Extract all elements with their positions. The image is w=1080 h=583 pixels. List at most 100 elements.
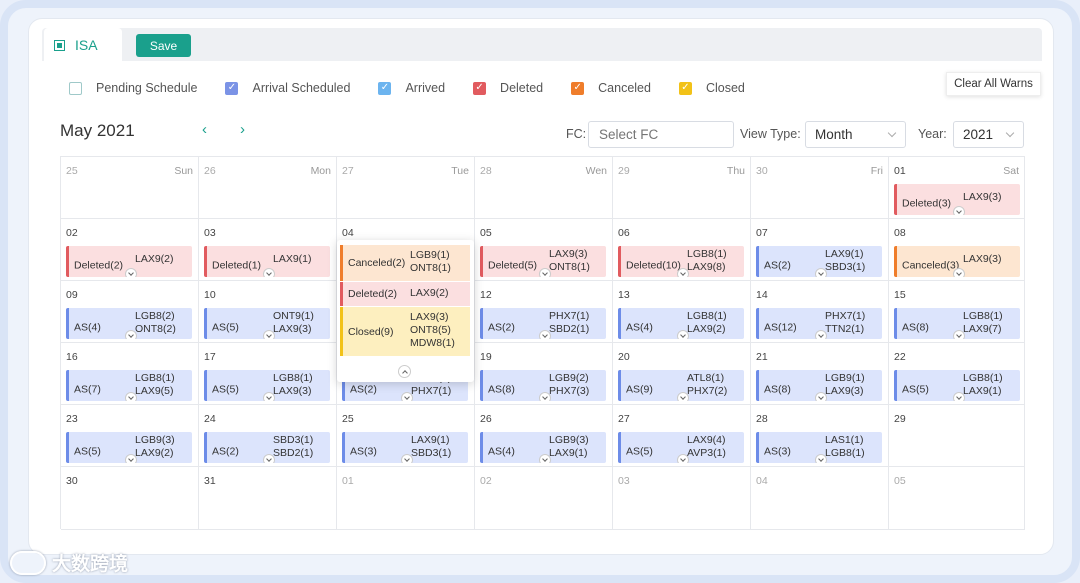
calendar-day-cell[interactable]: 27 AS(5) LAX9(4) AVP3(1)	[613, 405, 751, 467]
legend-item[interactable]: ✓ Closed	[678, 81, 745, 95]
calendar-day-cell[interactable]: 29 Thu	[613, 157, 751, 219]
legend-checkbox-icon[interactable]: ✓	[678, 81, 692, 95]
expand-icon[interactable]	[953, 330, 965, 339]
prev-month-icon[interactable]: ‹	[202, 121, 207, 138]
expand-icon[interactable]	[677, 330, 689, 339]
calendar-day-cell[interactable]: 09 AS(4) LGB8(2) ONT8(2)	[61, 281, 199, 343]
expand-icon[interactable]	[263, 268, 275, 277]
calendar-event[interactable]: Deleted(2) LAX9(2)	[66, 246, 192, 277]
calendar-event[interactable]: Deleted(5) LAX9(3) ONT8(1)	[480, 246, 606, 277]
expand-icon[interactable]	[953, 268, 965, 277]
expand-icon[interactable]	[815, 268, 827, 277]
calendar-day-cell[interactable]: 21 AS(8) LGB9(1) LAX9(3)	[751, 343, 889, 405]
expand-icon[interactable]	[263, 330, 275, 339]
legend-item[interactable]: ✓ Deleted	[473, 81, 543, 95]
calendar-event[interactable]: AS(2) SBD3(1) SBD2(1)	[204, 432, 330, 463]
popup-event-yellow[interactable]: Closed(9) LAX9(3) ONT8(5) MDW8(1)	[340, 307, 470, 356]
calendar-day-cell[interactable]: 24 AS(2) SBD3(1) SBD2(1)	[199, 405, 337, 467]
expand-icon[interactable]	[677, 268, 689, 277]
calendar-day-cell[interactable]: 01 Sat Deleted(3) LAX9(3)	[889, 157, 1025, 219]
legend-checkbox-icon[interactable]	[69, 81, 82, 95]
expand-icon[interactable]	[125, 392, 137, 401]
calendar-event[interactable]: Deleted(3) LAX9(3)	[894, 184, 1020, 215]
expand-icon[interactable]	[953, 392, 965, 401]
calendar-event[interactable]: AS(3) LAS1(1) LGB8(1)	[756, 432, 882, 463]
calendar-day-cell[interactable]: 30	[61, 467, 199, 530]
expand-icon[interactable]	[125, 330, 137, 339]
calendar-day-cell[interactable]: 23 AS(5) LGB9(3) LAX9(2)	[61, 405, 199, 467]
calendar-day-cell[interactable]: 01	[337, 467, 475, 530]
calendar-day-cell[interactable]: 26 Mon	[199, 157, 337, 219]
calendar-day-cell[interactable]: 02	[475, 467, 613, 530]
tab-isa[interactable]: ISA	[44, 28, 122, 62]
legend-item[interactable]: ✓ Canceled	[571, 81, 651, 95]
calendar-event[interactable]: Deleted(1) LAX9(1)	[204, 246, 330, 277]
expand-icon[interactable]	[953, 206, 965, 215]
legend-checkbox-icon[interactable]: ✓	[378, 81, 392, 95]
calendar-day-cell[interactable]: 26 AS(4) LGB9(3) LAX9(1)	[475, 405, 613, 467]
calendar-day-cell[interactable]: 29	[889, 405, 1025, 467]
expand-icon[interactable]	[815, 392, 827, 401]
calendar-day-cell[interactable]: 05	[889, 467, 1025, 530]
calendar-event[interactable]: AS(5) LGB9(3) LAX9(2)	[66, 432, 192, 463]
calendar-day-cell[interactable]: 16 AS(7) LGB8(1) LAX9(5)	[61, 343, 199, 405]
collapse-icon[interactable]	[398, 365, 411, 378]
legend-item[interactable]: ✓ Arrived	[378, 81, 445, 95]
calendar-day-cell[interactable]: 31	[199, 467, 337, 530]
view-type-select[interactable]: Month	[805, 121, 906, 148]
calendar-day-cell[interactable]: 22 AS(5) LGB8(1) LAX9(1)	[889, 343, 1025, 405]
save-button[interactable]: Save	[136, 34, 191, 57]
calendar-day-cell[interactable]: 13 AS(4) LGB8(1) LAX9(2)	[613, 281, 751, 343]
expand-icon[interactable]	[539, 392, 551, 401]
calendar-day-cell[interactable]: 12 AS(2) PHX7(1) SBD2(1)	[475, 281, 613, 343]
expand-icon[interactable]	[401, 454, 413, 463]
calendar-event[interactable]: AS(12) PHX7(1) TTN2(1)	[756, 308, 882, 339]
fc-select-input[interactable]	[588, 121, 734, 148]
calendar-day-cell[interactable]: 10 AS(5) ONT9(1) LAX9(3)	[199, 281, 337, 343]
tab-checkbox-icon[interactable]	[54, 39, 65, 51]
calendar-day-cell[interactable]: 03 Deleted(1) LAX9(1)	[199, 219, 337, 281]
calendar-day-cell[interactable]: 02 Deleted(2) LAX9(2)	[61, 219, 199, 281]
calendar-event[interactable]: Canceled(3) LAX9(3)	[894, 246, 1020, 277]
calendar-day-cell[interactable]: 25 Sun	[61, 157, 199, 219]
calendar-day-cell[interactable]: 27 Tue	[337, 157, 475, 219]
calendar-day-cell[interactable]: 06 Deleted(10) LGB8(1) LAX9(8)	[613, 219, 751, 281]
calendar-event[interactable]: AS(2) PHX7(1) SBD2(1)	[480, 308, 606, 339]
calendar-day-cell[interactable]: 19 AS(8) LGB9(2) PHX7(3)	[475, 343, 613, 405]
expand-icon[interactable]	[125, 268, 137, 277]
calendar-event[interactable]: AS(3) LAX9(1) SBD3(1)	[342, 432, 468, 463]
calendar-event[interactable]: AS(5) LGB8(1) LAX9(1)	[894, 370, 1020, 401]
expand-icon[interactable]	[539, 454, 551, 463]
expand-icon[interactable]	[539, 268, 551, 277]
calendar-event[interactable]: AS(5) ONT9(1) LAX9(3)	[204, 308, 330, 339]
popup-event-red[interactable]: Deleted(2) LAX9(2)	[340, 282, 470, 306]
next-month-icon[interactable]: ›	[240, 121, 245, 138]
expand-icon[interactable]	[815, 454, 827, 463]
calendar-day-cell[interactable]: 28 Wen	[475, 157, 613, 219]
expand-icon[interactable]	[263, 392, 275, 401]
calendar-event[interactable]: Deleted(10) LGB8(1) LAX9(8)	[618, 246, 744, 277]
legend-item[interactable]: ✓ Arrival Scheduled	[225, 81, 350, 95]
calendar-event[interactable]: AS(8) LGB8(1) LAX9(7)	[894, 308, 1020, 339]
expand-icon[interactable]	[677, 392, 689, 401]
calendar-day-cell[interactable]: 30 Fri	[751, 157, 889, 219]
expand-icon[interactable]	[815, 330, 827, 339]
clear-all-warns-button[interactable]: Clear All Warns	[946, 72, 1041, 96]
expand-icon[interactable]	[125, 454, 137, 463]
calendar-event[interactable]: AS(2) LAX9(1) SBD3(1)	[756, 246, 882, 277]
legend-checkbox-icon[interactable]: ✓	[225, 81, 239, 95]
calendar-event[interactable]: AS(8) LGB9(1) LAX9(3)	[756, 370, 882, 401]
calendar-day-cell[interactable]: 20 AS(9) ATL8(1) PHX7(2)	[613, 343, 751, 405]
legend-item[interactable]: Pending Schedule	[69, 81, 197, 95]
calendar-day-cell[interactable]: 14 AS(12) PHX7(1) TTN2(1)	[751, 281, 889, 343]
calendar-event[interactable]: AS(5) LAX9(4) AVP3(1)	[618, 432, 744, 463]
expand-icon[interactable]	[263, 454, 275, 463]
calendar-event[interactable]: AS(7) LGB8(1) LAX9(5)	[66, 370, 192, 401]
calendar-day-cell[interactable]: 25 AS(3) LAX9(1) SBD3(1)	[337, 405, 475, 467]
popup-event-orange[interactable]: Canceled(2) LGB9(1) ONT8(1)	[340, 245, 470, 281]
expand-icon[interactable]	[539, 330, 551, 339]
calendar-day-cell[interactable]: 04	[751, 467, 889, 530]
expand-icon[interactable]	[677, 454, 689, 463]
calendar-event[interactable]: AS(8) LGB9(2) PHX7(3)	[480, 370, 606, 401]
expand-icon[interactable]	[401, 392, 413, 401]
